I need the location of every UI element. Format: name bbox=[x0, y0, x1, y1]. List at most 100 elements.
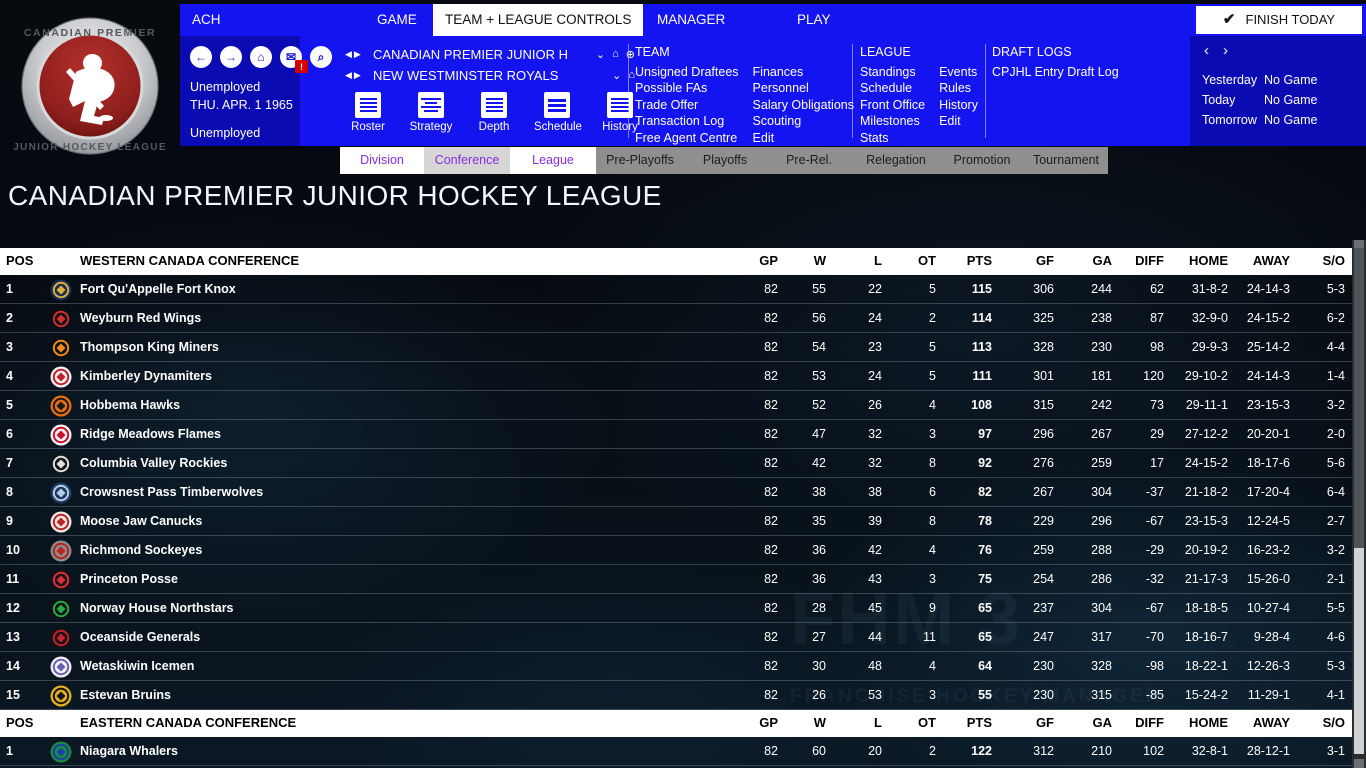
team-selector-row[interactable]: ◀▶ NEW WESTMINSTER ROYALS ⌄ ⌂ bbox=[345, 65, 635, 86]
team-name[interactable]: Richmond Sockeyes bbox=[80, 543, 202, 557]
team-menu-possible-fas[interactable]: Possible FAs bbox=[635, 80, 739, 97]
team-name[interactable]: Fort Qu'Appelle Fort Knox bbox=[80, 282, 236, 296]
scrollbar-track[interactable] bbox=[1354, 548, 1364, 754]
team-name[interactable]: Moose Jaw Canucks bbox=[80, 514, 202, 528]
table-row[interactable]: 3 Thompson King Miners 82 54 23 5 113 328 230 98 2… bbox=[0, 333, 1352, 362]
tab-league[interactable]: League bbox=[510, 147, 596, 174]
table-row[interactable]: 5 Hobbema Hawks 82 52 26 4 108 315 242 73 29-11-1 2… bbox=[0, 391, 1352, 420]
team-menu-transaction-log[interactable]: Transaction Log bbox=[635, 113, 739, 130]
column-header-w[interactable]: W bbox=[814, 715, 826, 730]
team-row-icons[interactable]: ⌄ ⌂ bbox=[612, 69, 635, 82]
team-menu-personnel[interactable]: Personnel bbox=[753, 80, 854, 97]
table-row[interactable]: 14 Wetaskiwin Icemen 82 30 48 4 64 230 328 -98 18-… bbox=[0, 652, 1352, 681]
chevron-down-icon[interactable]: ⌄ bbox=[612, 69, 621, 82]
league-menu-standings[interactable]: Standings bbox=[860, 64, 925, 81]
column-header-pts[interactable]: PTS bbox=[967, 715, 992, 730]
column-header-away[interactable]: AWAY bbox=[1253, 253, 1290, 268]
table-row[interactable]: 6 Ridge Meadows Flames 82 47 32 3 97 296 267 29 27… bbox=[0, 420, 1352, 449]
column-header-home[interactable]: HOME bbox=[1189, 715, 1228, 730]
finish-today-button[interactable]: ✔ FINISH TODAY bbox=[1196, 6, 1362, 34]
quick-roster-button[interactable]: Roster bbox=[345, 92, 391, 133]
menu-item-manager[interactable]: MANAGER bbox=[645, 4, 737, 36]
column-header-away[interactable]: AWAY bbox=[1253, 715, 1290, 730]
team-name[interactable]: Hobbema Hawks bbox=[80, 398, 180, 412]
tab-pre-rel[interactable]: Pre-Rel. bbox=[766, 147, 852, 174]
scroll-down-button[interactable] bbox=[1354, 759, 1364, 768]
forward-icon[interactable]: → bbox=[220, 46, 242, 68]
quick-strategy-button[interactable]: Strategy bbox=[408, 92, 454, 133]
back-icon[interactable]: ← bbox=[190, 46, 212, 68]
team-prev-next-icon[interactable]: ◀▶ bbox=[345, 70, 367, 81]
column-header-ot[interactable]: OT bbox=[918, 715, 936, 730]
chevron-left-icon[interactable]: ‹ bbox=[1204, 42, 1223, 59]
scrollbar-thumb[interactable] bbox=[1354, 248, 1364, 548]
tab-promotion[interactable]: Promotion bbox=[940, 147, 1024, 174]
league-menu-edit[interactable]: Edit bbox=[939, 113, 978, 130]
team-menu-unsigned-draftees[interactable]: Unsigned Draftees bbox=[635, 64, 739, 81]
column-header-gp[interactable]: GP bbox=[759, 715, 778, 730]
team-name[interactable]: Weyburn Red Wings bbox=[80, 311, 201, 325]
table-row[interactable]: 11 Princeton Posse 82 36 43 3 75 254 286 -32 21-17… bbox=[0, 565, 1352, 594]
table-row[interactable]: 13 Oceanside Generals 82 27 44 11 65 247 317 -70 1… bbox=[0, 623, 1352, 652]
league-menu-schedule[interactable]: Schedule bbox=[860, 80, 925, 97]
column-header-gf[interactable]: GF bbox=[1036, 253, 1054, 268]
column-header-ot[interactable]: OT bbox=[918, 253, 936, 268]
chevron-right-icon[interactable]: › bbox=[1223, 42, 1242, 59]
search-icon[interactable]: ⌕ bbox=[310, 46, 332, 68]
team-menu-free-agent-centre[interactable]: Free Agent Centre bbox=[635, 130, 739, 147]
table-row[interactable]: 1 Fort Qu'Appelle Fort Knox 82 55 22 5 115 306 2… bbox=[0, 275, 1352, 304]
tab-division[interactable]: Division bbox=[340, 147, 424, 174]
table-row[interactable]: 9 Moose Jaw Canucks 82 35 39 8 78 229 296 -67 23-1… bbox=[0, 507, 1352, 536]
league-menu-milestones[interactable]: Milestones bbox=[860, 113, 925, 130]
menu-item-game[interactable]: GAME bbox=[365, 4, 429, 36]
column-header-so[interactable]: S/O bbox=[1323, 715, 1345, 730]
league-selector-row[interactable]: ◀▶ CANADIAN PREMIER JUNIOR H ⌄ ⌂ ⊕ bbox=[345, 44, 635, 65]
table-row[interactable]: 4 Kimberley Dynamiters 82 53 24 5 111 301 181 120… bbox=[0, 362, 1352, 391]
league-menu-history[interactable]: History bbox=[939, 97, 978, 114]
table-row[interactable]: 10 Richmond Sockeyes 82 36 42 4 76 259 288 -29 20-… bbox=[0, 536, 1352, 565]
column-header-pts[interactable]: PTS bbox=[967, 253, 992, 268]
column-header-diff[interactable]: DIFF bbox=[1135, 253, 1164, 268]
home-small-icon[interactable]: ⌂ bbox=[612, 48, 619, 61]
column-header-w[interactable]: W bbox=[814, 253, 826, 268]
team-menu-finances[interactable]: Finances bbox=[753, 64, 854, 81]
table-row[interactable]: 2 Weyburn Red Wings 82 56 24 2 114 325 238 87 32-9… bbox=[0, 304, 1352, 333]
tab-conference[interactable]: Conference bbox=[424, 147, 510, 174]
column-header-ga[interactable]: GA bbox=[1093, 253, 1113, 268]
chevron-down-icon[interactable]: ⌄ bbox=[596, 48, 605, 61]
league-menu-events[interactable]: Events bbox=[939, 64, 978, 81]
draft-menu-entry-draft-log[interactable]: CPJHL Entry Draft Log bbox=[992, 64, 1119, 81]
tab-tournament[interactable]: Tournament bbox=[1024, 147, 1108, 174]
tab-playoffs[interactable]: Playoffs bbox=[684, 147, 766, 174]
team-name[interactable]: Niagara Whalers bbox=[80, 744, 178, 758]
league-menu-stats[interactable]: Stats bbox=[860, 130, 925, 147]
column-header-home[interactable]: HOME bbox=[1189, 253, 1228, 268]
team-menu-salary-obligations[interactable]: Salary Obligations bbox=[753, 97, 854, 114]
menu-item-play[interactable]: PLAY bbox=[785, 4, 843, 36]
table-row[interactable]: 12 Norway House Northstars 82 28 45 9 65 237 304… bbox=[0, 594, 1352, 623]
team-name[interactable]: Thompson King Miners bbox=[80, 340, 219, 354]
team-name[interactable]: Kimberley Dynamiters bbox=[80, 369, 212, 383]
team-name[interactable]: Ridge Meadows Flames bbox=[80, 427, 221, 441]
league-prev-next-icon[interactable]: ◀▶ bbox=[345, 49, 367, 60]
league-menu-front-office[interactable]: Front Office bbox=[860, 97, 925, 114]
team-name[interactable]: Columbia Valley Rockies bbox=[80, 456, 227, 470]
league-menu-rules[interactable]: Rules bbox=[939, 80, 978, 97]
table-row[interactable]: 7 Columbia Valley Rockies 82 42 32 8 92 276 259 1… bbox=[0, 449, 1352, 478]
team-name[interactable]: Norway House Northstars bbox=[80, 601, 234, 615]
column-header-gp[interactable]: GP bbox=[759, 253, 778, 268]
table-row[interactable]: 15 Estevan Bruins 82 26 53 3 55 230 315 -85 15-24-… bbox=[0, 681, 1352, 710]
menu-item-team-league-controls[interactable]: TEAM + LEAGUE CONTROLS bbox=[433, 4, 644, 36]
team-name[interactable]: Oceanside Generals bbox=[80, 630, 200, 644]
column-header-l[interactable]: L bbox=[874, 715, 882, 730]
menu-item-ach[interactable]: ACH bbox=[180, 4, 233, 36]
column-header-ga[interactable]: GA bbox=[1093, 715, 1113, 730]
table-row[interactable]: 1 Niagara Whalers 82 60 20 2 122 312 210 102 32-8-… bbox=[0, 737, 1352, 766]
schedule-nav-arrows[interactable]: ‹› bbox=[1204, 42, 1242, 59]
column-header-l[interactable]: L bbox=[874, 253, 882, 268]
tab-relegation[interactable]: Relegation bbox=[852, 147, 940, 174]
vertical-scrollbar[interactable] bbox=[1352, 240, 1366, 768]
mail-icon[interactable]: ✉ ! bbox=[280, 46, 308, 73]
quick-depth-button[interactable]: Depth bbox=[471, 92, 517, 133]
home-small-icon[interactable]: ⌂ bbox=[628, 69, 635, 82]
